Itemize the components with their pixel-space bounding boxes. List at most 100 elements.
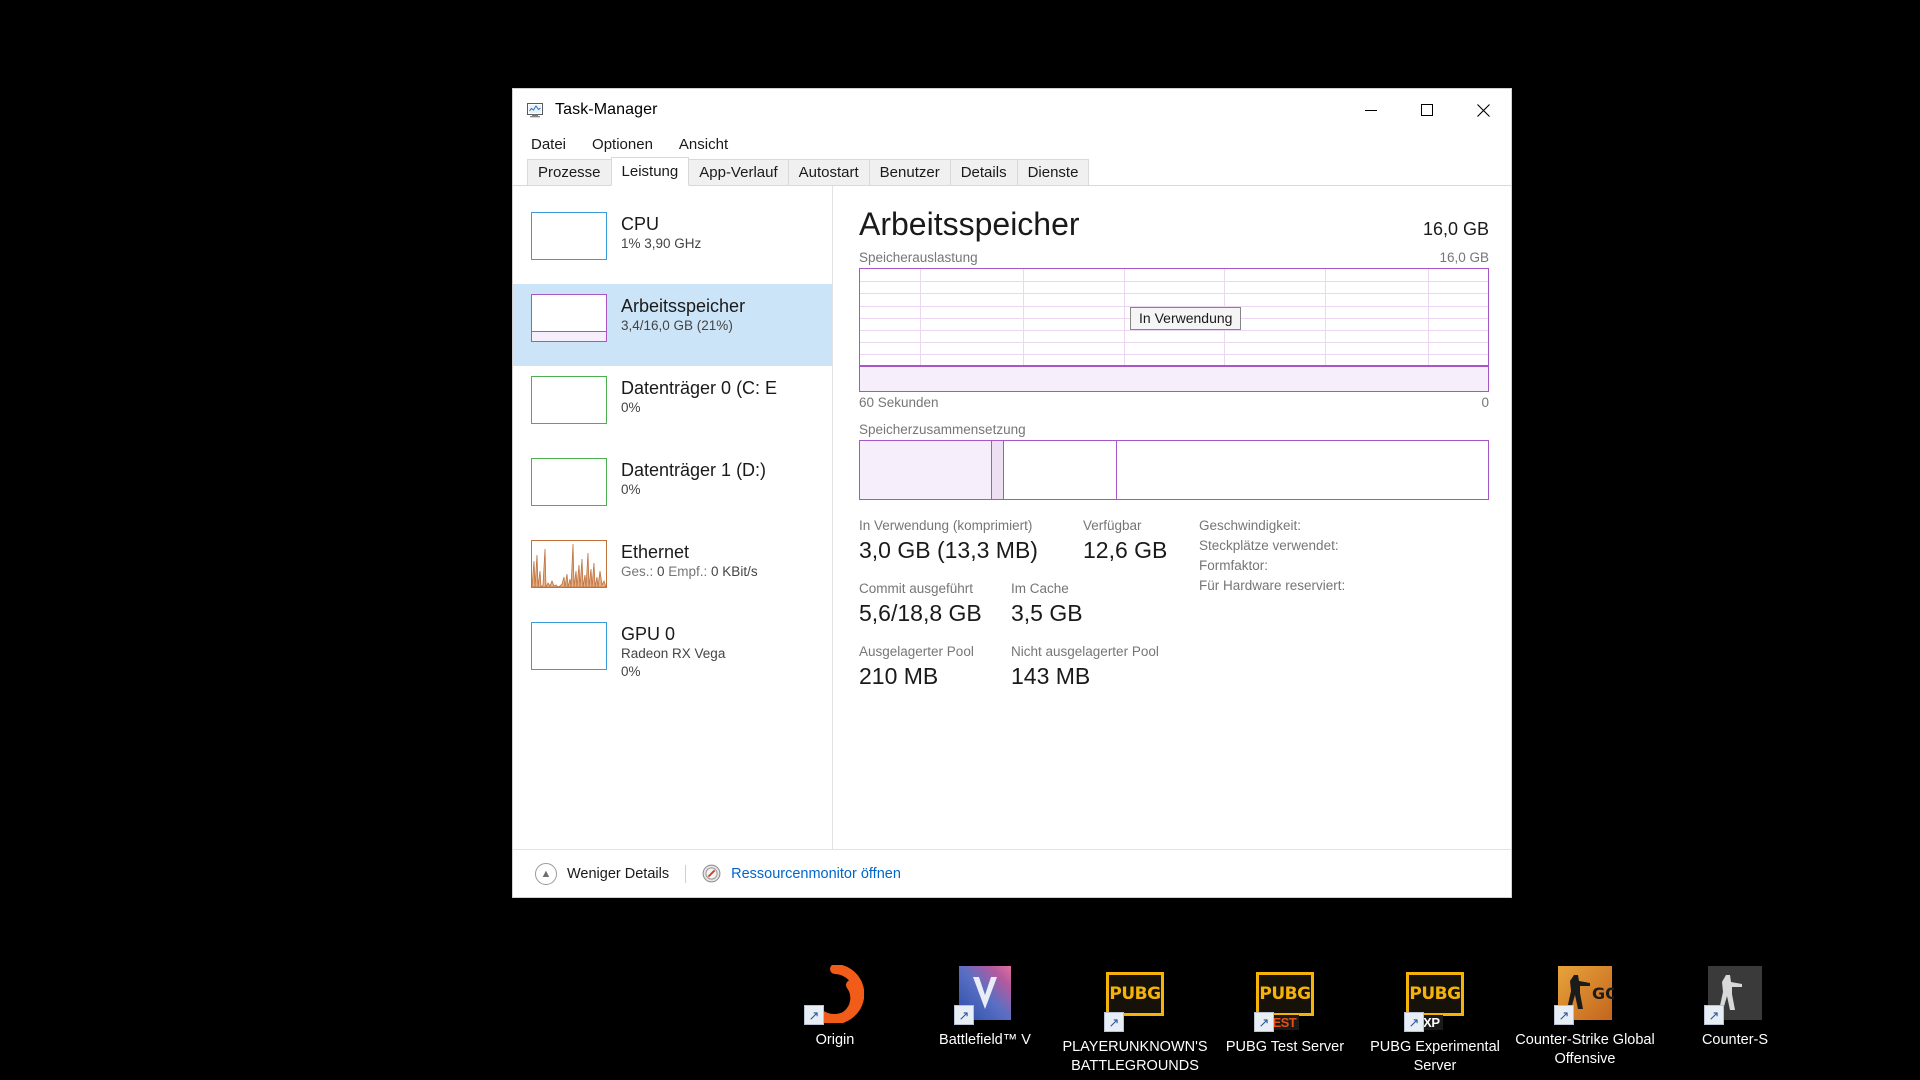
memory-usage-area	[860, 365, 1488, 391]
hw-slots-label: Steckplätze verwendet:	[1199, 536, 1429, 556]
sidebar-item-ethernet[interactable]: Ethernet Ges.: 0 Empf.: 0 KBit/s	[513, 530, 832, 612]
sidebar-disk0-title: Datenträger 0 (C: E	[621, 377, 777, 399]
pubg-test-icon: PUBG TEST ↗	[1256, 972, 1314, 1030]
sidebar-cpu-sub: 1% 3,90 GHz	[621, 235, 701, 253]
desktop-icon-label: Battlefield™ V	[910, 1031, 1060, 1050]
menu-item-optionen[interactable]: Optionen	[592, 136, 653, 153]
origin-icon: ↗	[806, 965, 864, 1023]
csgo-icon: GO ↗	[1556, 965, 1614, 1023]
sidebar-item-datentraeger-0[interactable]: Datenträger 0 (C: E 0%	[513, 366, 832, 448]
desktop-icon-pubg-experimental-server[interactable]: PUBG EXP ↗ PUBG Experimental Server	[1360, 965, 1510, 1076]
stat-paged-pool: Ausgelagerter Pool 210 MB	[859, 642, 1011, 691]
footer-separator	[685, 865, 686, 883]
desktop-icon-pubg[interactable]: PUBG ↗ PLAYERUNKNOWN'S BATTLEGROUNDS	[1060, 965, 1210, 1076]
sidebar-memory-title: Arbeitsspeicher	[621, 295, 745, 317]
shortcut-arrow-icon: ↗	[1704, 1005, 1724, 1025]
axis-label-right: 0	[1481, 395, 1489, 410]
chevron-up-icon[interactable]: ▲	[535, 863, 557, 885]
composition-segment-modified	[992, 441, 1005, 499]
battlefield-v-icon: ↗	[956, 965, 1014, 1023]
minimize-button[interactable]	[1343, 89, 1399, 131]
performance-body: CPU 1% 3,90 GHz Arbeitsspeicher 3,4/16,0…	[513, 186, 1511, 849]
sidebar-gpu-title: GPU 0	[621, 623, 725, 645]
sidebar-item-datentraeger-1[interactable]: Datenträger 1 (D:) 0%	[513, 448, 832, 530]
ethernet-recv-value: 0 KBit/s	[711, 564, 758, 579]
desktop-icon-battlefield-v[interactable]: ↗ Battlefield™ V	[910, 965, 1060, 1076]
stat-cached-label: Im Cache	[1011, 579, 1083, 598]
window-footer: ▲ Weniger Details Ressourcenmonitor öffn…	[513, 849, 1511, 897]
gpu-thumbnail	[531, 622, 607, 670]
sidebar-memory-sub: 3,4/16,0 GB (21%)	[621, 317, 745, 335]
desktop-icon-origin[interactable]: ↗ Origin	[760, 965, 910, 1076]
close-button[interactable]	[1455, 89, 1511, 131]
sidebar-disk0-sub: 0%	[621, 399, 777, 417]
graph-title: Speicherauslastung	[859, 250, 978, 265]
memory-thumbnail	[531, 294, 607, 342]
stat-cached-value: 3,5 GB	[1011, 598, 1083, 628]
sidebar-cpu-title: CPU	[621, 213, 701, 235]
stat-in-use-label: In Verwendung (komprimiert)	[859, 516, 1059, 535]
ethernet-sparkline	[532, 541, 606, 587]
stat-available-label: Verfügbar	[1083, 516, 1167, 535]
desktop-background: Task-Manager Datei Optionen Ansicht Proz…	[0, 0, 1920, 1080]
sidebar-ethernet-sub: Ges.: 0 Empf.: 0 KBit/s	[621, 563, 758, 581]
stat-committed-label: Commit ausgeführt	[859, 579, 1011, 598]
memory-composition-bar[interactable]	[859, 440, 1489, 500]
hardware-info-column: Geschwindigkeit: Steckplätze verwendet: …	[1189, 516, 1429, 705]
menu-item-datei[interactable]: Datei	[531, 136, 566, 153]
tab-autostart[interactable]: Autostart	[788, 159, 870, 185]
memory-usage-graph[interactable]: In Verwendung	[859, 268, 1489, 392]
sidebar-disk1-title: Datenträger 1 (D:)	[621, 459, 766, 481]
sidebar-item-gpu-0[interactable]: GPU 0 Radeon RX Vega 0%	[513, 612, 832, 694]
tab-details[interactable]: Details	[950, 159, 1018, 185]
page-title: Arbeitsspeicher	[859, 204, 1080, 244]
window-titlebar[interactable]: Task-Manager	[513, 89, 1511, 131]
graph-tooltip: In Verwendung	[1130, 307, 1241, 330]
svg-text:GO: GO	[1592, 984, 1614, 1003]
tab-dienste[interactable]: Dienste	[1017, 159, 1090, 185]
stat-nonpaged-pool-label: Nicht ausgelagerter Pool	[1011, 642, 1159, 661]
memory-detail-panel: Arbeitsspeicher 16,0 GB Speicherauslastu…	[833, 186, 1511, 849]
statistics-left-column: In Verwendung (komprimiert) 3,0 GB (13,3…	[859, 516, 1189, 705]
stat-nonpaged-pool: Nicht ausgelagerter Pool 143 MB	[1011, 642, 1159, 691]
hw-formfactor-label: Formfaktor:	[1199, 556, 1429, 576]
desktop-icon-pubg-test-server[interactable]: PUBG TEST ↗ PUBG Test Server	[1210, 965, 1360, 1076]
desktop-icon-label: PLAYERUNKNOWN'S BATTLEGROUNDS	[1060, 1038, 1210, 1076]
resource-sidebar: CPU 1% 3,90 GHz Arbeitsspeicher 3,4/16,0…	[513, 186, 833, 849]
tab-benutzer[interactable]: Benutzer	[869, 159, 951, 185]
taskmanager-icon	[525, 100, 545, 120]
memory-capacity: 16,0 GB	[1423, 219, 1489, 240]
sidebar-item-cpu[interactable]: CPU 1% 3,90 GHz	[513, 202, 832, 284]
open-resource-monitor-link[interactable]: Ressourcenmonitor öffnen	[731, 866, 901, 882]
pubg-exp-icon: PUBG EXP ↗	[1406, 972, 1464, 1030]
shortcut-arrow-icon: ↗	[1254, 1012, 1274, 1032]
shortcut-arrow-icon: ↗	[1554, 1005, 1574, 1025]
composition-segment-in-use	[860, 441, 992, 499]
disk1-thumbnail	[531, 458, 607, 506]
window-title: Task-Manager	[555, 101, 658, 119]
sidebar-disk1-sub: 0%	[621, 481, 766, 499]
panel-header: Arbeitsspeicher 16,0 GB	[859, 204, 1489, 244]
task-manager-window: Task-Manager Datei Optionen Ansicht Proz…	[512, 88, 1512, 898]
resource-monitor-icon	[702, 864, 721, 883]
counter-strike-icon: ↗	[1706, 965, 1764, 1023]
desktop-icon-csgo[interactable]: GO ↗ Counter-Strike Global Offensive	[1510, 965, 1660, 1076]
tab-app-verlauf[interactable]: App-Verlauf	[688, 159, 788, 185]
sidebar-item-arbeitsspeicher[interactable]: Arbeitsspeicher 3,4/16,0 GB (21%)	[513, 284, 832, 366]
tab-prozesse[interactable]: Prozesse	[527, 159, 612, 185]
composition-title: Speicherzusammensetzung	[859, 422, 1489, 437]
desktop-icon-counter-strike[interactable]: ↗ Counter-S	[1660, 965, 1810, 1076]
desktop-icon-label: PUBG Test Server	[1210, 1038, 1360, 1057]
pubg-icon: PUBG ↗	[1106, 972, 1164, 1030]
window-controls	[1343, 89, 1511, 131]
stat-committed-value: 5,6/18,8 GB	[859, 598, 1011, 628]
menu-item-ansicht[interactable]: Ansicht	[679, 136, 728, 153]
maximize-button[interactable]	[1399, 89, 1455, 131]
desktop-icon-row: ↗ Origin ↗ Battlefield™ V PUBG	[760, 965, 1810, 1076]
sidebar-ethernet-title: Ethernet	[621, 541, 758, 563]
fewer-details-label[interactable]: Weniger Details	[567, 866, 669, 882]
hw-speed-label: Geschwindigkeit:	[1199, 516, 1429, 536]
menubar: Datei Optionen Ansicht	[513, 131, 1511, 158]
desktop-icon-label: PUBG Experimental Server	[1360, 1038, 1510, 1076]
tab-leistung[interactable]: Leistung	[611, 157, 690, 186]
